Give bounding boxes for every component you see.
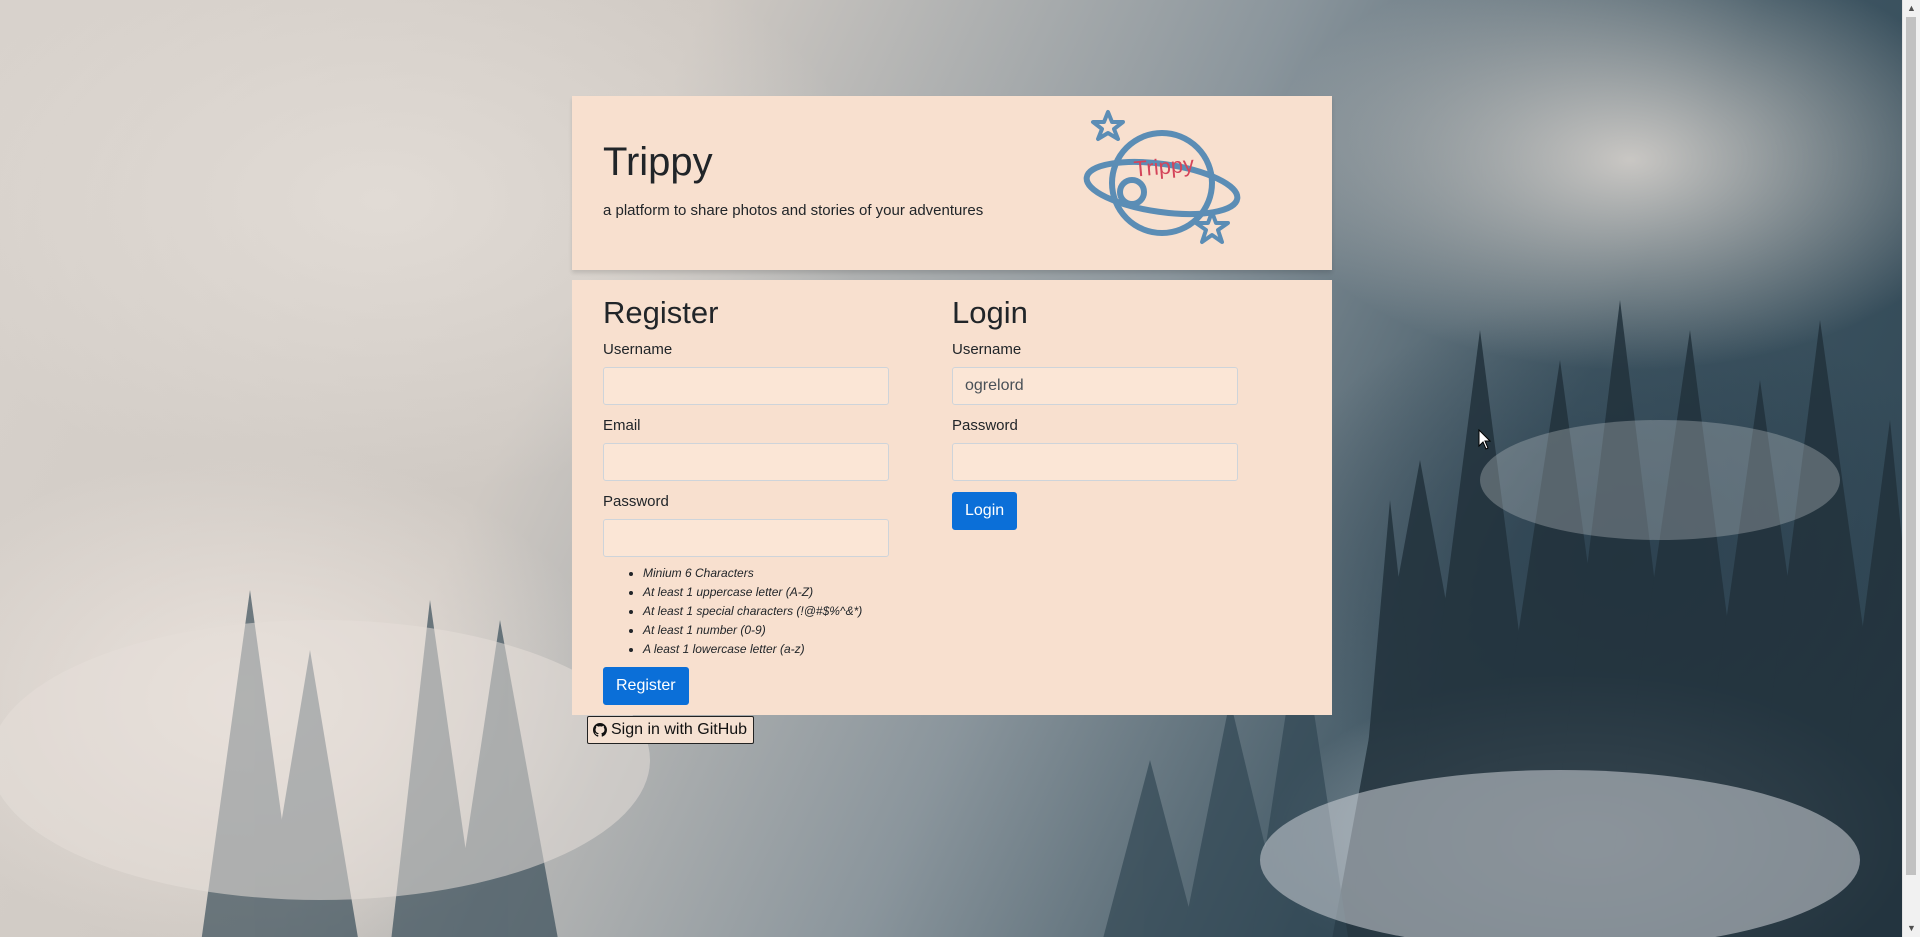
register-password-input[interactable] bbox=[603, 519, 889, 558]
header-card: Trippy a platform to share photos and st… bbox=[572, 96, 1332, 270]
register-username-label: Username bbox=[603, 341, 673, 359]
password-rule: A least 1 lowercase letter (a-z) bbox=[643, 640, 903, 659]
login-heading: Login bbox=[952, 295, 1028, 330]
app-tagline: a platform to share photos and stories o… bbox=[603, 202, 984, 219]
login-section: Login Username Password Login bbox=[952, 294, 1252, 531]
register-heading: Register bbox=[603, 295, 719, 330]
register-email-input[interactable] bbox=[603, 443, 889, 482]
trippy-planet-logo-icon: Trippy bbox=[1083, 110, 1241, 244]
register-email-label: Email bbox=[603, 417, 641, 435]
register-section: Register Username Email Password Minium … bbox=[603, 294, 903, 706]
github-icon bbox=[593, 723, 607, 737]
app-title: Trippy bbox=[603, 140, 713, 184]
mouse-cursor-icon bbox=[1478, 429, 1492, 450]
logo-text: Trippy bbox=[1133, 151, 1195, 181]
login-password-input[interactable] bbox=[952, 443, 1238, 482]
login-password-label: Password bbox=[952, 417, 1018, 435]
password-rule: At least 1 number (0-9) bbox=[643, 621, 903, 640]
login-username-input[interactable] bbox=[952, 367, 1238, 406]
login-button[interactable]: Login bbox=[952, 492, 1018, 531]
page-scrollbar[interactable]: ▲ ▼ bbox=[1902, 0, 1920, 937]
register-password-label: Password bbox=[603, 493, 669, 511]
forms-card: Register Username Email Password Minium … bbox=[572, 280, 1332, 715]
scrollbar-thumb[interactable] bbox=[1906, 17, 1916, 875]
scroll-up-arrow-icon[interactable]: ▲ bbox=[1907, 4, 1916, 13]
scroll-down-arrow-icon[interactable]: ▼ bbox=[1907, 924, 1916, 933]
password-rule: At least 1 uppercase letter (A-Z) bbox=[643, 583, 903, 602]
password-rules-list: Minium 6 Characters At least 1 uppercase… bbox=[603, 564, 903, 659]
github-signin-button[interactable]: Sign in with GitHub bbox=[587, 716, 755, 744]
login-username-label: Username bbox=[952, 341, 1022, 359]
github-signin-label: Sign in with GitHub bbox=[611, 721, 748, 738]
password-rule: Minium 6 Characters bbox=[643, 564, 903, 583]
register-username-input[interactable] bbox=[603, 367, 889, 406]
password-rule: At least 1 special characters (!@#$%^&*) bbox=[643, 602, 903, 621]
register-button[interactable]: Register bbox=[603, 667, 689, 706]
